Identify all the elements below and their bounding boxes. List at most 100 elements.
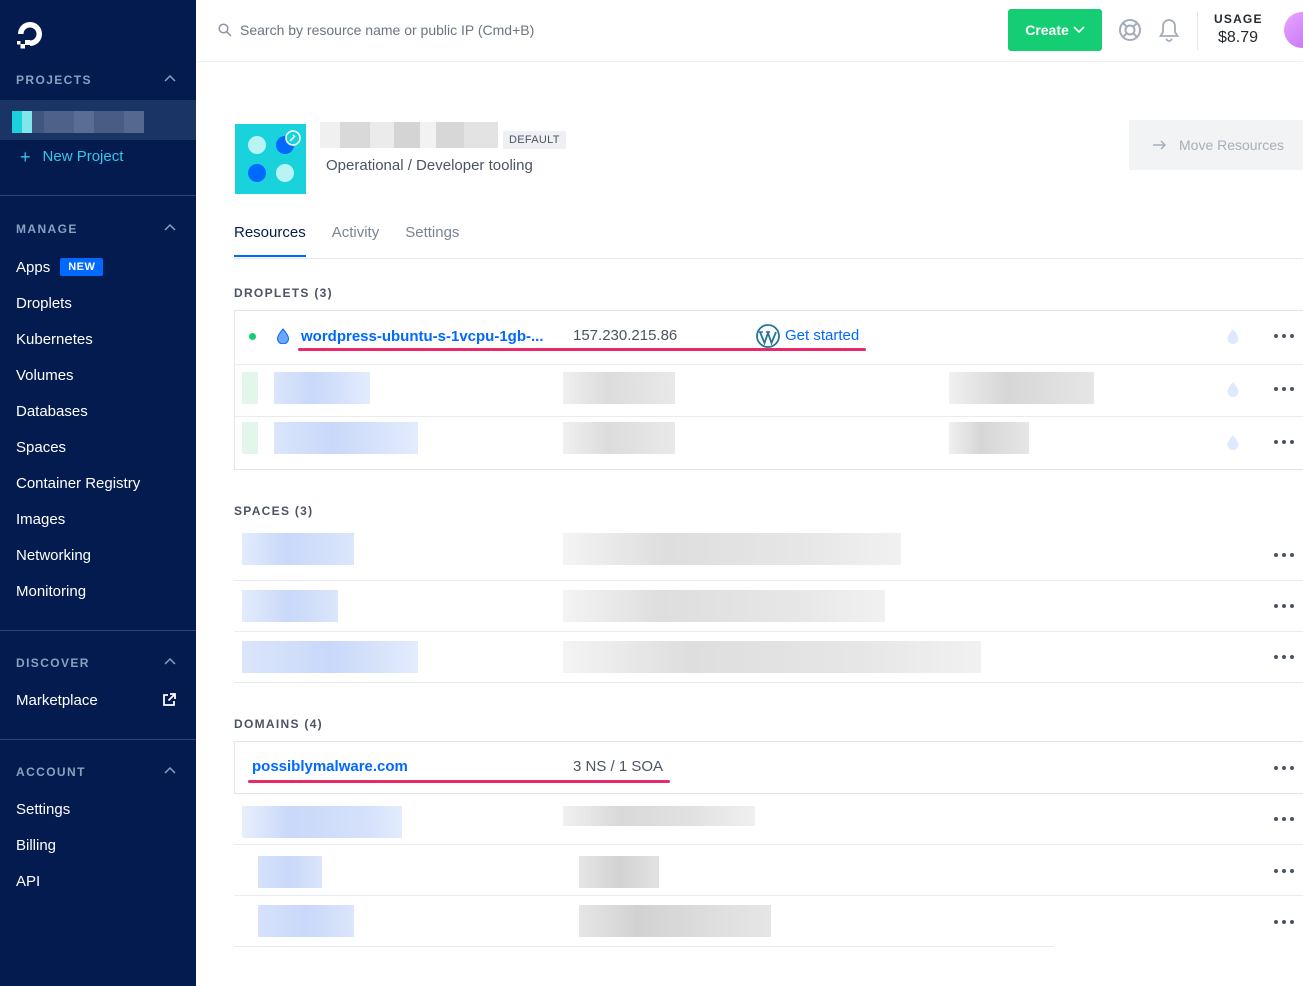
chevron-up-icon[interactable] (164, 74, 176, 82)
row-divider (234, 946, 1054, 947)
avatar[interactable] (1284, 12, 1303, 48)
divider (1197, 12, 1198, 50)
move-resources-button[interactable]: Move Resources (1129, 120, 1303, 170)
redacted-block (242, 806, 402, 838)
divider (0, 739, 196, 740)
top-bar: Create USAGE $8.79 (196, 0, 1303, 62)
sidebar: PROJECTS + New Project MANAGE Apps NEW D… (0, 0, 196, 986)
tab-settings[interactable]: Settings (405, 224, 459, 257)
droplet-graph-icon (1227, 382, 1239, 397)
redacted-block (949, 372, 1094, 404)
digitalocean-logo-icon[interactable] (14, 18, 46, 50)
create-button[interactable]: Create (1008, 9, 1102, 51)
sidebar-item-container-registry[interactable]: Container Registry (16, 475, 140, 492)
tab-activity[interactable]: Activity (332, 224, 380, 257)
divider (0, 630, 196, 631)
sidebar-item-spaces[interactable]: Spaces (16, 439, 66, 456)
sidebar-item-label: Apps (16, 258, 51, 276)
domain-name-link[interactable]: possiblymalware.com (252, 758, 408, 775)
sidebar-item-label: Volumes (16, 367, 74, 384)
sidebar-item-api[interactable]: API (16, 873, 40, 890)
sidebar-item-networking[interactable]: Networking (16, 547, 91, 564)
row-divider (234, 580, 1303, 581)
sidebar-item-volumes[interactable]: Volumes (16, 367, 74, 384)
tab-bar: Resources Activity Settings (234, 224, 459, 257)
help-lifebuoy-icon[interactable] (1118, 18, 1142, 42)
sidebar-item-monitoring[interactable]: Monitoring (16, 583, 86, 600)
sidebar-item-label: Droplets (16, 295, 72, 312)
more-options-icon[interactable] (1274, 920, 1294, 926)
new-badge: NEW (60, 258, 104, 276)
sidebar-item-label: Settings (16, 801, 71, 818)
search-input[interactable] (240, 18, 640, 42)
more-options-icon[interactable] (1274, 817, 1294, 823)
redacted-block (242, 641, 418, 673)
redacted-block (579, 856, 659, 888)
sidebar-item-label: Container Registry (16, 475, 141, 492)
redacted-block (242, 590, 338, 622)
redacted-block (242, 372, 258, 404)
more-options-icon[interactable] (1274, 334, 1294, 340)
discover-section-title: DISCOVER (16, 656, 90, 670)
droplet-icon (276, 328, 290, 344)
droplet-graph-icon (1227, 329, 1239, 344)
droplet-name-link[interactable]: wordpress-ubuntu-s-1vcpu-1gb-... (301, 328, 544, 345)
redacted-block (563, 806, 755, 826)
new-project-link[interactable]: + New Project (20, 148, 123, 166)
sidebar-item-images[interactable]: Images (16, 511, 65, 528)
sidebar-item-label: Images (16, 511, 66, 528)
create-label: Create (1025, 22, 1069, 38)
sidebar-item-apps[interactable]: Apps NEW (16, 258, 104, 276)
external-link-icon (163, 693, 176, 706)
sidebar-item-marketplace[interactable]: Marketplace (16, 692, 98, 709)
sidebar-item-label: Spaces (16, 439, 67, 456)
sidebar-item-label: Monitoring (16, 583, 87, 600)
tab-resources[interactable]: Resources (234, 224, 306, 257)
sidebar-item-settings[interactable]: Settings (16, 801, 70, 818)
sidebar-item-databases[interactable]: Databases (16, 403, 88, 420)
chevron-up-icon[interactable] (164, 657, 176, 665)
sidebar-item-billing[interactable]: Billing (16, 837, 56, 854)
droplets-section-title: DROPLETS (3) (234, 286, 333, 300)
row-divider (234, 895, 1303, 896)
project-dots-icon (248, 130, 301, 182)
search-icon (218, 23, 232, 37)
redacted-block (949, 422, 1029, 454)
usage-label: USAGE (1214, 12, 1263, 26)
domains-section-title: DOMAINS (4) (234, 717, 323, 731)
more-options-icon[interactable] (1274, 440, 1294, 446)
sidebar-item-label: Kubernetes (16, 331, 93, 348)
account-section-title: ACCOUNT (16, 765, 86, 779)
redacted-block (563, 422, 675, 454)
project-icon (235, 124, 306, 194)
redacted-block (274, 372, 370, 404)
manage-section-title: MANAGE (16, 222, 78, 236)
redacted-block (563, 372, 675, 404)
spaces-section-title: SPACES (3) (234, 504, 314, 518)
sidebar-item-kubernetes[interactable]: Kubernetes (16, 331, 93, 348)
wordpress-icon (756, 324, 780, 348)
more-options-icon[interactable] (1274, 604, 1294, 610)
more-options-icon[interactable] (1274, 553, 1294, 559)
tabs-divider (234, 258, 1303, 259)
sidebar-item-label: Billing (16, 837, 57, 854)
more-options-icon[interactable] (1274, 387, 1294, 393)
more-options-icon[interactable] (1274, 655, 1294, 661)
projects-section-title: PROJECTS (16, 73, 92, 87)
droplet-ip[interactable]: 157.230.215.86 (573, 327, 677, 344)
sidebar-item-droplets[interactable]: Droplets (16, 295, 72, 312)
more-options-icon[interactable] (1274, 766, 1294, 772)
sidebar-item-label: Marketplace (16, 692, 98, 709)
bell-icon[interactable] (1158, 17, 1180, 43)
chevron-up-icon[interactable] (164, 766, 176, 774)
more-options-icon[interactable] (1274, 869, 1294, 875)
redacted-block (563, 533, 901, 565)
row-divider (234, 631, 1303, 632)
chevron-up-icon[interactable] (164, 223, 176, 231)
redacted-block (579, 905, 771, 937)
usage-value[interactable]: $8.79 (1218, 29, 1258, 47)
row-divider (234, 844, 1303, 845)
get-started-link[interactable]: Get started (785, 327, 859, 344)
arrow-right-icon (1153, 140, 1167, 150)
default-badge: DEFAULT (503, 131, 566, 149)
